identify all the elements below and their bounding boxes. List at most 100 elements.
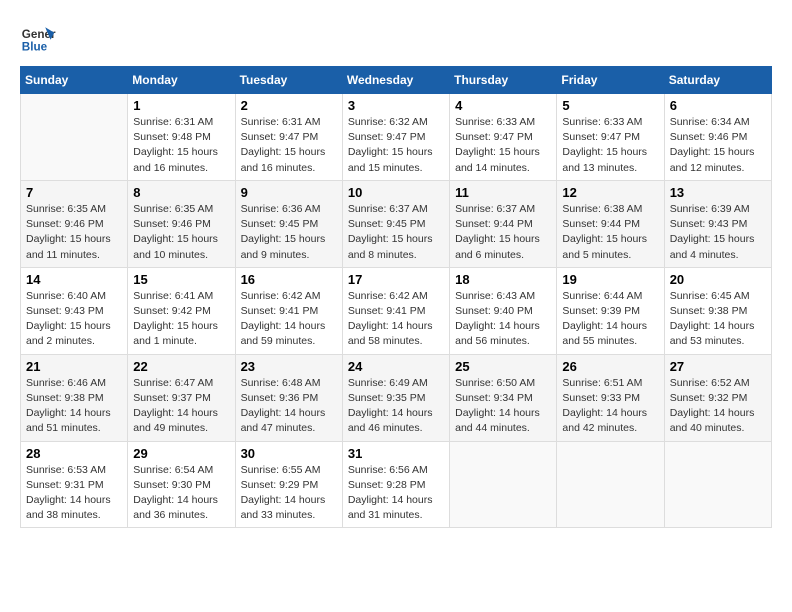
- day-info: Sunrise: 6:56 AMSunset: 9:28 PMDaylight:…: [348, 463, 444, 524]
- week-row-5: 28 Sunrise: 6:53 AMSunset: 9:31 PMDayligh…: [21, 441, 772, 528]
- day-number: 20: [670, 272, 766, 287]
- day-cell-17: 17 Sunrise: 6:42 AMSunset: 9:41 PMDayligh…: [342, 267, 449, 354]
- col-header-sunday: Sunday: [21, 67, 128, 94]
- day-cell-23: 23 Sunrise: 6:48 AMSunset: 9:36 PMDayligh…: [235, 354, 342, 441]
- day-cell-15: 15 Sunrise: 6:41 AMSunset: 9:42 PMDayligh…: [128, 267, 235, 354]
- col-header-thursday: Thursday: [450, 67, 557, 94]
- day-cell-8: 8Sunrise: 6:35 AMSunset: 9:46 PMDaylight…: [128, 180, 235, 267]
- day-number: 5: [562, 98, 658, 113]
- day-cell-11: 11Sunrise: 6:37 AMSunset: 9:44 PMDayligh…: [450, 180, 557, 267]
- day-cell-28: 28 Sunrise: 6:53 AMSunset: 9:31 PMDayligh…: [21, 441, 128, 528]
- day-number: 4: [455, 98, 551, 113]
- day-info: Sunrise: 6:37 AMSunset: 9:45 PMDaylight:…: [348, 202, 444, 263]
- day-number: 13: [670, 185, 766, 200]
- day-number: 3: [348, 98, 444, 113]
- day-info: Sunrise: 6:35 AMSunset: 9:46 PMDaylight:…: [26, 202, 122, 263]
- day-cell-1: 1 Sunrise: 6:31 AMSunset: 9:48 PMDaylight…: [128, 94, 235, 181]
- day-info: Sunrise: 6:52 AMSunset: 9:32 PMDaylight:…: [670, 376, 766, 437]
- day-cell-31: 31Sunrise: 6:56 AMSunset: 9:28 PMDayligh…: [342, 441, 449, 528]
- day-info: Sunrise: 6:32 AMSunset: 9:47 PMDaylight:…: [348, 115, 444, 176]
- logo: General Blue: [20, 20, 56, 56]
- week-row-3: 14Sunrise: 6:40 AMSunset: 9:43 PMDayligh…: [21, 267, 772, 354]
- day-number: 23: [241, 359, 337, 374]
- day-cell-24: 24Sunrise: 6:49 AMSunset: 9:35 PMDayligh…: [342, 354, 449, 441]
- day-cell-20: 20 Sunrise: 6:45 AMSunset: 9:38 PMDayligh…: [664, 267, 771, 354]
- day-cell-10: 10Sunrise: 6:37 AMSunset: 9:45 PMDayligh…: [342, 180, 449, 267]
- day-cell-2: 2 Sunrise: 6:31 AMSunset: 9:47 PMDaylight…: [235, 94, 342, 181]
- day-number: 7: [26, 185, 122, 200]
- day-info: Sunrise: 6:31 AMSunset: 9:47 PMDaylight:…: [241, 115, 337, 176]
- day-info: Sunrise: 6:35 AMSunset: 9:46 PMDaylight:…: [133, 202, 229, 263]
- day-cell-3: 3 Sunrise: 6:32 AMSunset: 9:47 PMDaylight…: [342, 94, 449, 181]
- day-info: Sunrise: 6:43 AMSunset: 9:40 PMDaylight:…: [455, 289, 551, 350]
- day-number: 18: [455, 272, 551, 287]
- day-info: Sunrise: 6:36 AMSunset: 9:45 PMDaylight:…: [241, 202, 337, 263]
- day-number: 11: [455, 185, 551, 200]
- day-cell-21: 21 Sunrise: 6:46 AMSunset: 9:38 PMDayligh…: [21, 354, 128, 441]
- day-cell-26: 26 Sunrise: 6:51 AMSunset: 9:33 PMDayligh…: [557, 354, 664, 441]
- week-row-2: 7 Sunrise: 6:35 AMSunset: 9:46 PMDaylight…: [21, 180, 772, 267]
- day-cell-18: 18 Sunrise: 6:43 AMSunset: 9:40 PMDayligh…: [450, 267, 557, 354]
- day-cell-13: 13 Sunrise: 6:39 AMSunset: 9:43 PMDayligh…: [664, 180, 771, 267]
- day-number: 12: [562, 185, 658, 200]
- day-number: 17: [348, 272, 444, 287]
- day-info: Sunrise: 6:44 AMSunset: 9:39 PMDaylight:…: [562, 289, 658, 350]
- day-number: 16: [241, 272, 337, 287]
- svg-text:Blue: Blue: [22, 41, 48, 54]
- day-number: 27: [670, 359, 766, 374]
- day-number: 2: [241, 98, 337, 113]
- day-info: Sunrise: 6:38 AMSunset: 9:44 PMDaylight:…: [562, 202, 658, 263]
- day-info: Sunrise: 6:47 AMSunset: 9:37 PMDaylight:…: [133, 376, 229, 437]
- day-info: Sunrise: 6:48 AMSunset: 9:36 PMDaylight:…: [241, 376, 337, 437]
- day-info: Sunrise: 6:45 AMSunset: 9:38 PMDaylight:…: [670, 289, 766, 350]
- day-number: 21: [26, 359, 122, 374]
- day-cell-29: 29 Sunrise: 6:54 AMSunset: 9:30 PMDayligh…: [128, 441, 235, 528]
- day-number: 25: [455, 359, 551, 374]
- empty-cell: [557, 441, 664, 528]
- day-cell-27: 27 Sunrise: 6:52 AMSunset: 9:32 PMDayligh…: [664, 354, 771, 441]
- logo-icon: General Blue: [20, 20, 56, 56]
- calendar-header: SundayMondayTuesdayWednesdayThursdayFrid…: [21, 67, 772, 94]
- day-number: 6: [670, 98, 766, 113]
- day-number: 29: [133, 446, 229, 461]
- day-info: Sunrise: 6:33 AMSunset: 9:47 PMDaylight:…: [455, 115, 551, 176]
- day-cell-12: 12 Sunrise: 6:38 AMSunset: 9:44 PMDayligh…: [557, 180, 664, 267]
- day-cell-16: 16 Sunrise: 6:42 AMSunset: 9:41 PMDayligh…: [235, 267, 342, 354]
- col-header-saturday: Saturday: [664, 67, 771, 94]
- day-info: Sunrise: 6:54 AMSunset: 9:30 PMDaylight:…: [133, 463, 229, 524]
- page-header: General Blue: [20, 20, 772, 56]
- col-header-friday: Friday: [557, 67, 664, 94]
- day-cell-22: 22Sunrise: 6:47 AMSunset: 9:37 PMDayligh…: [128, 354, 235, 441]
- day-number: 15: [133, 272, 229, 287]
- day-number: 19: [562, 272, 658, 287]
- day-cell-4: 4 Sunrise: 6:33 AMSunset: 9:47 PMDaylight…: [450, 94, 557, 181]
- day-info: Sunrise: 6:34 AMSunset: 9:46 PMDaylight:…: [670, 115, 766, 176]
- col-header-wednesday: Wednesday: [342, 67, 449, 94]
- day-number: 28: [26, 446, 122, 461]
- day-cell-5: 5 Sunrise: 6:33 AMSunset: 9:47 PMDaylight…: [557, 94, 664, 181]
- day-number: 26: [562, 359, 658, 374]
- empty-cell: [21, 94, 128, 181]
- day-info: Sunrise: 6:42 AMSunset: 9:41 PMDaylight:…: [348, 289, 444, 350]
- day-info: Sunrise: 6:39 AMSunset: 9:43 PMDaylight:…: [670, 202, 766, 263]
- day-cell-14: 14Sunrise: 6:40 AMSunset: 9:43 PMDayligh…: [21, 267, 128, 354]
- day-info: Sunrise: 6:31 AMSunset: 9:48 PMDaylight:…: [133, 115, 229, 176]
- day-info: Sunrise: 6:51 AMSunset: 9:33 PMDaylight:…: [562, 376, 658, 437]
- empty-cell: [664, 441, 771, 528]
- day-info: Sunrise: 6:50 AMSunset: 9:34 PMDaylight:…: [455, 376, 551, 437]
- day-cell-7: 7 Sunrise: 6:35 AMSunset: 9:46 PMDaylight…: [21, 180, 128, 267]
- day-info: Sunrise: 6:42 AMSunset: 9:41 PMDaylight:…: [241, 289, 337, 350]
- col-header-tuesday: Tuesday: [235, 67, 342, 94]
- day-number: 1: [133, 98, 229, 113]
- day-info: Sunrise: 6:53 AMSunset: 9:31 PMDaylight:…: [26, 463, 122, 524]
- day-info: Sunrise: 6:46 AMSunset: 9:38 PMDaylight:…: [26, 376, 122, 437]
- day-number: 14: [26, 272, 122, 287]
- day-info: Sunrise: 6:41 AMSunset: 9:42 PMDaylight:…: [133, 289, 229, 350]
- empty-cell: [450, 441, 557, 528]
- day-info: Sunrise: 6:49 AMSunset: 9:35 PMDaylight:…: [348, 376, 444, 437]
- day-info: Sunrise: 6:55 AMSunset: 9:29 PMDaylight:…: [241, 463, 337, 524]
- week-row-1: 1 Sunrise: 6:31 AMSunset: 9:48 PMDaylight…: [21, 94, 772, 181]
- day-info: Sunrise: 6:33 AMSunset: 9:47 PMDaylight:…: [562, 115, 658, 176]
- calendar-table: SundayMondayTuesdayWednesdayThursdayFrid…: [20, 66, 772, 528]
- day-number: 9: [241, 185, 337, 200]
